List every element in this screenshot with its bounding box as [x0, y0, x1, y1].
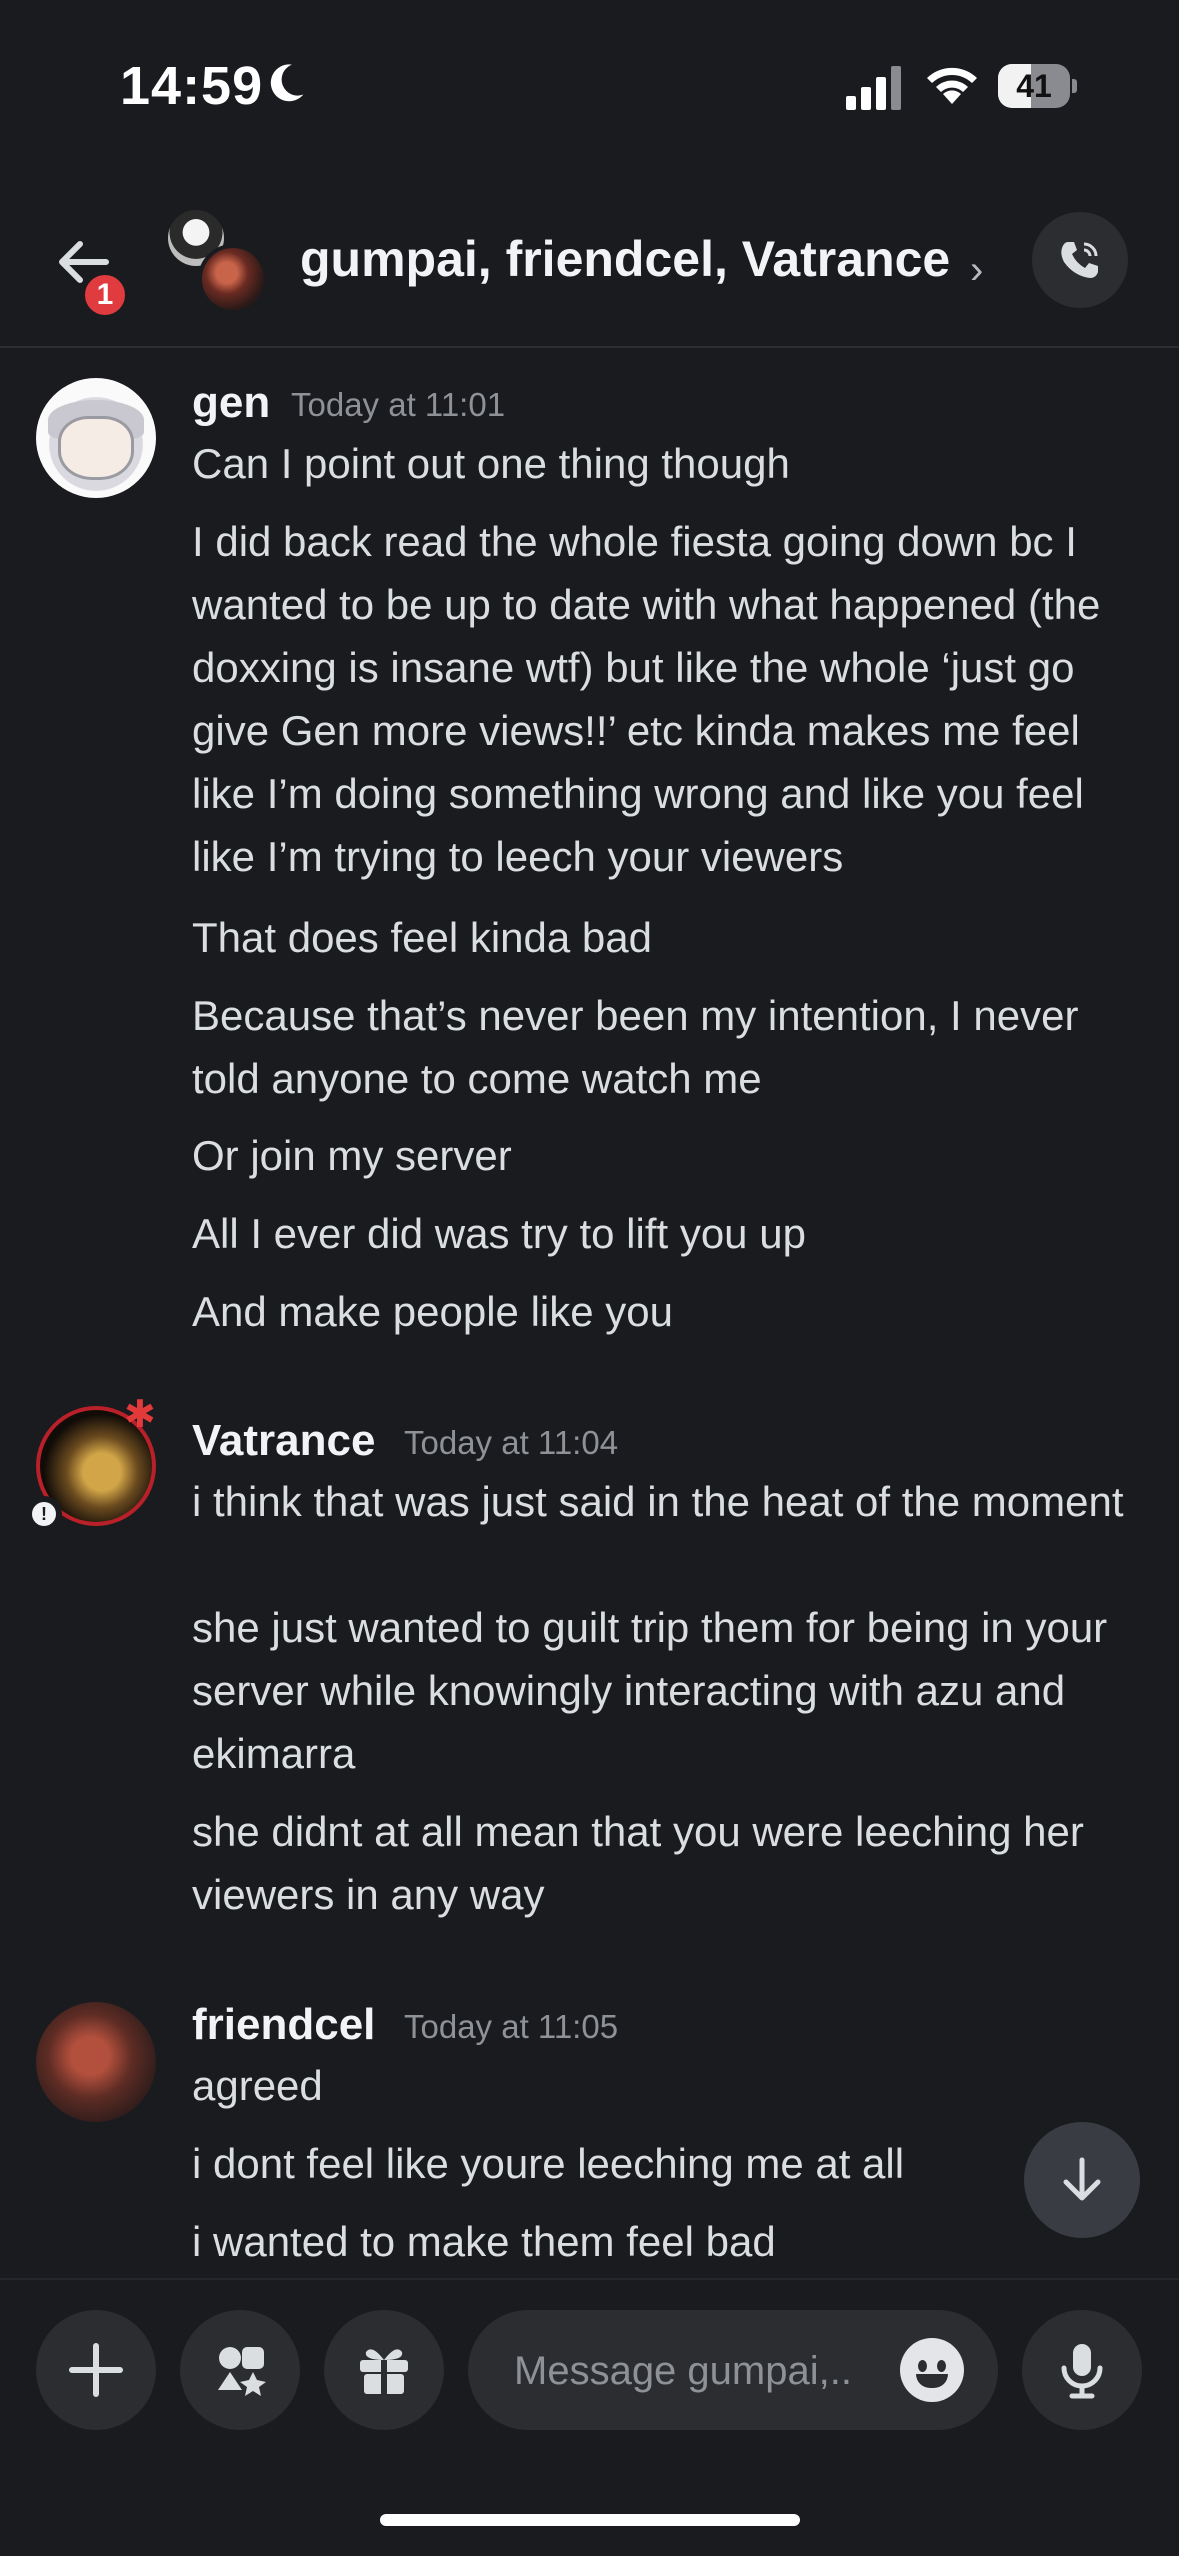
avatar[interactable] — [36, 2002, 156, 2122]
message-text: i wanted to make them feel bad — [192, 2218, 776, 2265]
status-time: 14:59 — [120, 56, 264, 116]
message-text: agreed — [192, 2062, 323, 2109]
message-text: Can I point out one thing though — [192, 440, 790, 487]
message-timestamp: Today at 11:01 — [291, 386, 506, 423]
scroll-to-bottom-button[interactable] — [1024, 2122, 1140, 2238]
message-text: Because that’s never been my intention, … — [192, 992, 1079, 1102]
attach-button[interactable] — [36, 2310, 156, 2430]
status-bar: 14:59 41 — [0, 0, 1179, 170]
chat-header: 1 gumpai, friendcel, Vatrance › — [0, 190, 1179, 348]
message-text: I did back read the whole fiesta going d… — [192, 518, 1101, 880]
message-composer — [0, 2278, 1179, 2432]
message-text: All I ever did was try to lift you up — [192, 1210, 806, 1257]
group-avatar[interactable] — [168, 210, 278, 320]
message-text: she didnt at all mean that you were leec… — [192, 1808, 1084, 1918]
message-text: Or join my server — [192, 1132, 512, 1179]
message-author[interactable]: Vatrance — [192, 1416, 375, 1466]
moon-icon — [270, 64, 304, 102]
apps-icon — [218, 2347, 266, 2396]
arrow-down-icon — [1063, 2157, 1101, 2201]
message-text: she just wanted to guilt trip them for b… — [192, 1604, 1108, 1777]
gift-button[interactable] — [324, 2310, 444, 2430]
message-author[interactable]: gen — [192, 378, 270, 428]
home-indicator[interactable] — [380, 2514, 800, 2526]
plus-icon — [69, 2343, 123, 2397]
emoji-icon[interactable] — [900, 2338, 964, 2402]
phone-call-icon — [1061, 242, 1098, 278]
apps-button[interactable] — [180, 2310, 300, 2430]
message-text: i think that was just said in the heat o… — [192, 1478, 1124, 1525]
anger-icon: ✱ — [124, 1394, 156, 1436]
message-input-wrapper — [468, 2310, 998, 2432]
microphone-icon — [1061, 2344, 1103, 2399]
status-icon: ! — [26, 1496, 62, 1532]
message-author[interactable]: friendcel — [192, 2000, 375, 2050]
chevron-right-icon: › — [970, 248, 984, 292]
wifi-icon — [927, 67, 977, 104]
unread-badge: 1 — [80, 270, 130, 320]
message-timestamp: Today at 11:05 — [404, 2008, 619, 2045]
message-text: And make people like you — [192, 1288, 673, 1335]
call-button[interactable] — [1032, 212, 1128, 308]
battery-icon: 41 — [998, 64, 1078, 108]
message-text: i dont feel like youre leeching me at al… — [192, 2140, 905, 2187]
chat-title[interactable]: gumpai, friendcel, Vatrance — [300, 230, 950, 288]
message-input[interactable] — [512, 2310, 876, 2432]
message-text: That does feel kinda bad — [192, 914, 652, 961]
gift-icon — [360, 2349, 408, 2394]
signal-icon — [846, 66, 901, 110]
message-timestamp: Today at 11:04 — [404, 1424, 619, 1461]
avatar[interactable] — [36, 378, 156, 498]
voice-message-button[interactable] — [1022, 2310, 1142, 2430]
battery-level: 41 — [1016, 68, 1052, 104]
